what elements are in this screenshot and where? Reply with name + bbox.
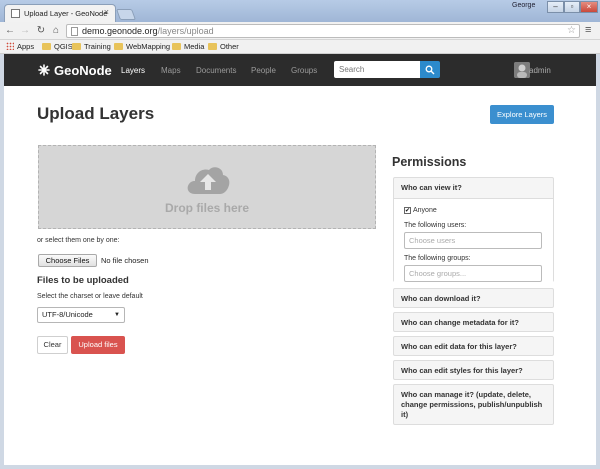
manage-permission-heading[interactable]: Who can manage it? (update, delete, chan… (401, 390, 551, 420)
web-page: GeoNode Layers Maps Documents People Gro… (4, 54, 596, 465)
bookmark-qgis[interactable]: QGIS (42, 42, 73, 52)
folder-icon (114, 43, 123, 50)
bookmark-webmapping[interactable]: WebMapping (114, 42, 170, 52)
bookmark-training[interactable]: Training (72, 42, 111, 52)
view-permission-heading[interactable]: Who can view it? (401, 183, 462, 193)
search-button[interactable] (420, 61, 440, 78)
back-arrow-icon[interactable]: ← (3, 24, 17, 38)
bookmark-star-icon[interactable]: ☆ (567, 25, 576, 36)
geonode-brand[interactable]: GeoNode (38, 63, 112, 78)
view-permission-panel: Who can view it? ✔ Anyone The following … (393, 177, 554, 282)
folder-icon (172, 43, 181, 50)
view-permission-body: ✔ Anyone The following users: Choose use… (394, 198, 553, 282)
apps-grid-icon (6, 42, 14, 50)
choose-files-button[interactable]: Choose Files (38, 254, 97, 267)
users-label: The following users: (404, 222, 467, 229)
user-menu[interactable]: admin (529, 66, 551, 75)
edit-data-permission-panel[interactable]: Who can edit data for this layer? (393, 336, 554, 356)
nav-documents[interactable]: Documents (196, 66, 236, 75)
browser-toolbar: ← → ↻ ⌂ demo.geonode.org/layers/upload ☆… (0, 22, 600, 40)
anyone-label: Anyone (413, 207, 437, 214)
home-icon[interactable]: ⌂ (49, 24, 63, 38)
select-files-hint: or select them one by one: (37, 237, 120, 244)
permissions-heading: Permissions (392, 155, 467, 169)
groups-label: The following groups: (404, 255, 471, 262)
app-navbar: GeoNode Layers Maps Documents People Gro… (4, 54, 596, 86)
choose-users-input[interactable]: Choose users (404, 232, 542, 249)
nav-people[interactable]: People (251, 66, 276, 75)
forward-arrow-icon[interactable]: → (18, 24, 32, 38)
bookmark-other[interactable]: Other (208, 42, 239, 52)
edit-data-permission-heading[interactable]: Who can edit data for this layer? (401, 342, 517, 352)
explore-layers-button[interactable]: Explore Layers (490, 105, 554, 124)
new-tab-button[interactable] (115, 9, 137, 20)
minimize-button[interactable]: – (547, 1, 564, 13)
bookmarks-bar: Apps QGIS Training WebMapping Media Othe… (0, 40, 600, 54)
files-to-upload-heading: Files to be uploaded (37, 275, 129, 286)
geonode-logo-icon (38, 64, 50, 76)
page-favicon-icon (11, 9, 20, 18)
file-drop-zone[interactable]: Drop files here (38, 145, 376, 229)
folder-icon (208, 43, 217, 50)
dropdown-caret-icon: ▼ (114, 312, 120, 318)
reload-icon[interactable]: ↻ (34, 24, 48, 38)
browser-tab[interactable]: Upload Layer - GeoNode × (4, 4, 116, 22)
bookmark-media[interactable]: Media (172, 42, 204, 52)
browser-profile-name[interactable]: George (512, 2, 535, 9)
page-title: Upload Layers (37, 104, 155, 123)
tab-close-icon[interactable]: × (104, 7, 109, 17)
anyone-checkbox[interactable]: ✔ (404, 207, 411, 214)
browser-menu-icon[interactable]: ≡ (585, 25, 596, 36)
url-text: demo.geonode.org/layers/upload (82, 26, 214, 36)
charset-selected-value: UTF-8/Unicode (42, 310, 93, 319)
nav-layers[interactable]: Layers (121, 66, 145, 75)
charset-label: Select the charset or leave default (37, 293, 143, 300)
manage-permission-panel[interactable]: Who can manage it? (update, delete, chan… (393, 384, 554, 425)
search-input[interactable] (334, 61, 420, 78)
nav-groups[interactable]: Groups (291, 66, 317, 75)
address-bar[interactable]: demo.geonode.org/layers/upload ☆ (66, 24, 580, 38)
metadata-permission-heading[interactable]: Who can change metadata for it? (401, 318, 519, 328)
metadata-permission-panel[interactable]: Who can change metadata for it? (393, 312, 554, 332)
charset-select[interactable]: UTF-8/Unicode ▼ (37, 307, 125, 323)
upload-files-button[interactable]: Upload files (71, 336, 125, 354)
download-permission-panel[interactable]: Who can download it? (393, 288, 554, 308)
edit-styles-permission-panel[interactable]: Who can edit styles for this layer? (393, 360, 554, 380)
folder-icon (42, 43, 51, 50)
choose-groups-input[interactable]: Choose groups... (404, 265, 542, 282)
close-window-button[interactable]: × (580, 1, 598, 13)
page-icon (71, 27, 78, 36)
avatar-image (514, 62, 530, 78)
maximize-button[interactable]: ▫ (564, 1, 580, 13)
clear-button[interactable]: Clear (37, 336, 68, 354)
bookmark-apps[interactable]: Apps (6, 42, 34, 52)
user-avatar[interactable] (514, 62, 530, 78)
download-permission-heading[interactable]: Who can download it? (401, 294, 481, 304)
edit-styles-permission-heading[interactable]: Who can edit styles for this layer? (401, 366, 523, 376)
nav-maps[interactable]: Maps (161, 66, 181, 75)
tab-title: Upload Layer - GeoNode (24, 9, 108, 18)
no-file-chosen-text: No file chosen (101, 256, 149, 265)
folder-icon (72, 43, 81, 50)
drop-files-text: Drop files here (164, 201, 250, 215)
browser-titlebar: Upload Layer - GeoNode × George – ▫ × (0, 0, 600, 22)
search-icon (425, 65, 435, 75)
cloud-upload-icon (187, 167, 230, 194)
